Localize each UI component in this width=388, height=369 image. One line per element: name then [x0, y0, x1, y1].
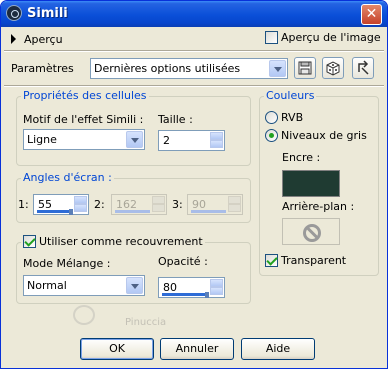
rgb-label: RVB: [281, 111, 304, 124]
image-preview-label: Aperçu de l'image: [281, 31, 381, 44]
title-bar: Simili ✕: [1, 1, 387, 27]
angle1-spinner[interactable]: 55: [33, 194, 89, 215]
preview-toggle[interactable]: Aperçu: [11, 31, 91, 47]
spin-up-button[interactable]: [74, 196, 87, 204]
angle2-spinner: 162: [111, 194, 167, 215]
spin-up-button[interactable]: [210, 279, 223, 287]
size-value: 2: [163, 134, 170, 147]
grayscale-radio-row[interactable]: Niveaux de gris: [265, 129, 367, 142]
spin-down-button[interactable]: [74, 204, 87, 212]
transparent-checkbox[interactable]: [265, 254, 278, 267]
angle1-label: 1:: [18, 198, 29, 211]
use-overlay-row[interactable]: Utiliser comme recouvrement: [21, 235, 205, 248]
angle1-slider[interactable]: [37, 210, 72, 213]
divider: [4, 85, 384, 87]
size-spinner[interactable]: 2: [158, 130, 225, 151]
angle3-label: 3:: [172, 198, 183, 211]
opacity-spinner[interactable]: 80: [158, 277, 225, 298]
angle3-spinner: 90: [187, 194, 243, 215]
blend-mode-label: Mode Mélange :: [23, 257, 111, 270]
app-icon: [6, 5, 22, 21]
close-button[interactable]: ✕: [361, 4, 382, 25]
dice-icon: [326, 61, 340, 76]
reset-button[interactable]: [352, 57, 374, 79]
colors-legend: Couleurs: [264, 89, 317, 102]
preset-value: Dernières options utilisées: [94, 62, 241, 75]
cancel-button[interactable]: Annuler: [160, 338, 234, 360]
angle2-label: 2:: [94, 198, 105, 211]
close-icon: ✕: [365, 6, 378, 22]
pattern-value: Ligne: [27, 133, 57, 146]
params-label: Paramètres: [11, 62, 74, 75]
use-overlay-checkbox[interactable]: [23, 235, 36, 248]
opacity-slider-thumb[interactable]: [205, 292, 209, 298]
chevron-down-icon: [126, 131, 143, 148]
blend-mode-value: Normal: [27, 279, 67, 292]
rgb-radio-row[interactable]: RVB: [265, 111, 303, 124]
spin-down-button: [228, 204, 241, 212]
ink-label: Encre :: [282, 151, 321, 164]
rgb-radio[interactable]: [265, 111, 278, 124]
window-title: Simili: [27, 6, 68, 21]
divider: [4, 50, 384, 52]
angle1-slider-thumb[interactable]: [69, 209, 73, 215]
watermark: Pinuccia: [73, 305, 233, 328]
spin-up-button: [152, 196, 165, 204]
opacity-slider[interactable]: [162, 293, 208, 296]
angle2-slider: [115, 210, 150, 213]
use-overlay-label: Utiliser comme recouvrement: [39, 235, 203, 248]
pattern-dropdown[interactable]: Ligne: [23, 129, 145, 150]
preset-dropdown[interactable]: Dernières options utilisées: [90, 58, 288, 79]
image-preview-checkbox[interactable]: [265, 31, 278, 44]
transparent-label: Transparent: [281, 254, 347, 267]
background-label: Arrière-plan :: [282, 200, 355, 213]
angle3-slider: [191, 210, 226, 213]
pattern-label: Motif de l'effet Simili :: [23, 113, 144, 126]
transparent-checkbox-row[interactable]: Transparent: [265, 254, 346, 267]
save-preset-button[interactable]: [294, 57, 316, 79]
size-label: Taille :: [158, 113, 193, 126]
chevron-down-icon: [269, 60, 286, 77]
spin-down-button[interactable]: [210, 287, 223, 295]
image-preview-checkbox-row[interactable]: Aperçu de l'image: [265, 31, 381, 44]
blend-mode-dropdown[interactable]: Normal: [23, 275, 145, 296]
screen-angles-legend: Angles d'écran :: [21, 171, 114, 184]
no-color-icon: [303, 224, 321, 242]
simili-dialog: Simili ✕ Aperçu Aperçu de l'image Paramè…: [0, 0, 388, 369]
grayscale-label: Niveaux de gris: [281, 129, 367, 142]
spin-down-button: [152, 204, 165, 212]
chevron-down-icon: [126, 277, 143, 294]
grayscale-radio[interactable]: [265, 129, 278, 142]
preview-label: Aperçu: [24, 32, 63, 46]
expand-triangle-icon: [11, 34, 16, 44]
background-color-swatch[interactable]: [282, 218, 340, 245]
spin-up-button: [228, 196, 241, 204]
reset-arrow-icon: [358, 60, 369, 75]
watermark-text: Pinuccia: [125, 317, 167, 328]
cell-properties-legend: Propriétés des cellules: [21, 89, 149, 102]
spin-up-button[interactable]: [210, 132, 223, 140]
ink-color-swatch[interactable]: [282, 170, 340, 197]
randomize-button[interactable]: [322, 57, 344, 79]
opacity-label: Opacité :: [158, 255, 208, 268]
help-button[interactable]: Aide: [241, 338, 315, 360]
floppy-icon: [298, 61, 312, 75]
watermark-logo-icon: [73, 305, 95, 325]
spin-down-button[interactable]: [210, 140, 223, 148]
ok-button[interactable]: OK: [80, 338, 154, 360]
